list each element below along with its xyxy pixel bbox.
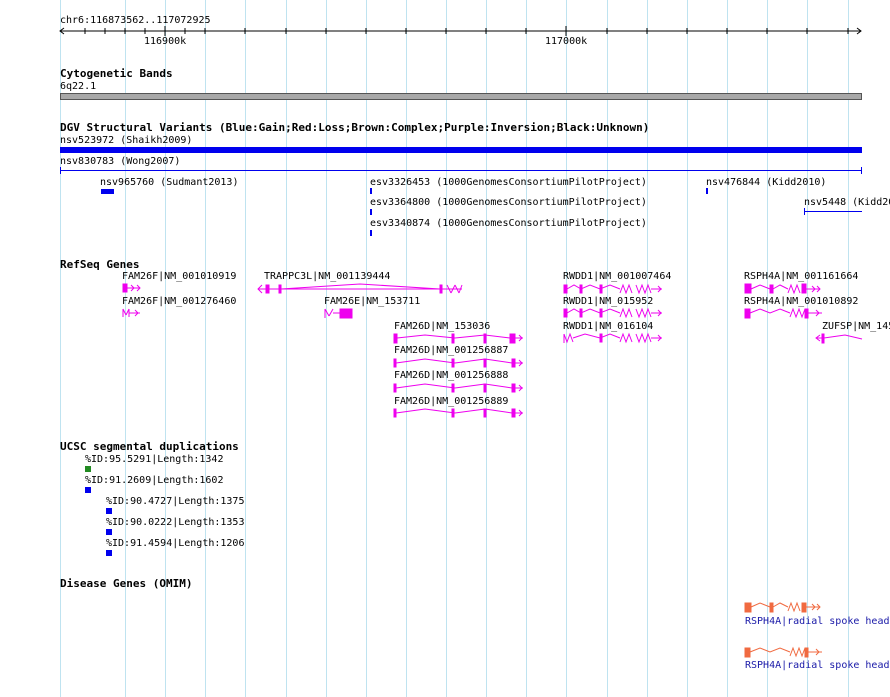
omim-model-1: [744, 601, 821, 613]
omim-gene-models[interactable]: [0, 0, 890, 697]
omim-label-1: RSPH4A|radial spoke head: [745, 616, 890, 627]
omim-label-2: RSPH4A|radial spoke head: [745, 660, 890, 671]
omim-model-2: [744, 646, 822, 658]
